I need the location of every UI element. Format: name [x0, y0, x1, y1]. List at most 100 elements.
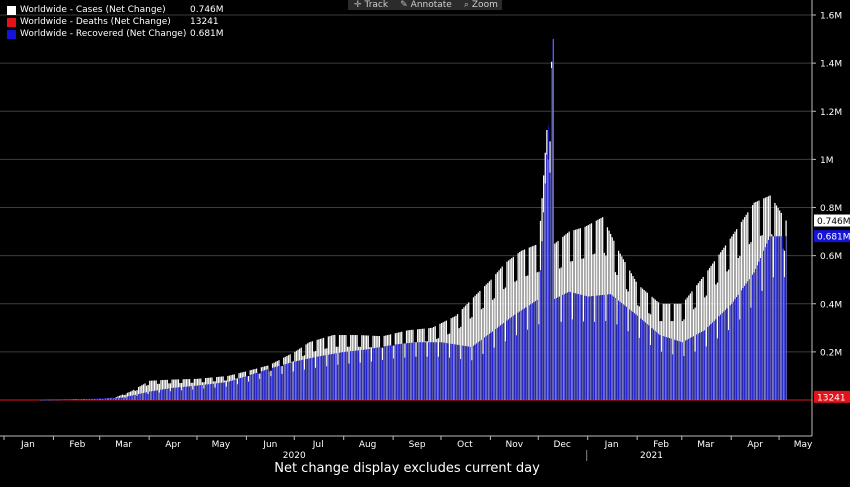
bar-recovered: [145, 392, 147, 400]
bar-recovered: [667, 337, 669, 400]
bar-recovered: [737, 294, 739, 400]
bar-recovered: [669, 338, 670, 400]
bar-recovered: [581, 294, 583, 400]
bar-recovered: [576, 293, 578, 400]
bar-recovered: [139, 393, 141, 400]
bar-recovered: [747, 281, 749, 400]
footer-note: Net change display excludes current day: [274, 461, 540, 476]
bar-recovered: [436, 342, 438, 400]
bar-recovered: [458, 345, 460, 400]
bar-recovered: [546, 154, 548, 400]
bar-recovered: [244, 376, 246, 400]
bar-recovered: [696, 334, 698, 400]
legend-label-deaths: Worldwide - Deaths (Net Change): [20, 17, 171, 27]
bar-recovered: [697, 333, 699, 400]
bar-recovered: [393, 358, 395, 400]
bar-recovered: [243, 376, 245, 400]
bar-recovered: [182, 386, 184, 400]
bar-recovered: [235, 379, 237, 400]
bar-recovered: [343, 351, 345, 400]
bar-recovered: [75, 399, 77, 401]
bar-recovered: [606, 294, 608, 400]
bar-recovered: [429, 342, 431, 400]
annotate-tool[interactable]: ✎ Annotate: [400, 0, 452, 10]
bar-recovered: [531, 303, 533, 400]
bar-recovered: [283, 364, 285, 400]
bar-recovered: [42, 399, 44, 401]
bar-recovered: [468, 346, 470, 400]
zoom-tool[interactable]: ⌕ Zoom: [464, 0, 498, 10]
bar-recovered: [117, 397, 119, 400]
bar-recovered: [94, 398, 96, 400]
bar-recovered: [340, 352, 342, 400]
bar-recovered: [565, 293, 567, 400]
bar-recovered: [270, 376, 272, 400]
bar-recovered: [174, 387, 176, 400]
bar-recovered: [759, 258, 761, 400]
bar-recovered: [541, 241, 543, 400]
bar-recovered: [748, 279, 750, 400]
legend-label-cases: Worldwide - Cases (Net Change): [20, 5, 166, 15]
bar-recovered: [750, 307, 752, 400]
bar-recovered: [99, 398, 101, 400]
x-tick-label: May: [794, 440, 813, 450]
bar-recovered: [278, 366, 280, 400]
bar-recovered: [185, 386, 187, 400]
bar-recovered: [602, 294, 603, 400]
bar-recovered: [450, 343, 452, 400]
bar-recovered: [311, 357, 313, 400]
bar-recovered: [578, 294, 580, 400]
bar-recovered: [525, 307, 527, 400]
legend-item-recovered[interactable]: Worldwide - Recovered (Net Change) 0.681…: [7, 28, 224, 40]
bar-recovered: [48, 399, 50, 401]
bar-recovered: [780, 236, 782, 400]
bar-recovered: [613, 296, 615, 400]
bar-recovered: [295, 361, 297, 400]
bar-recovered: [498, 326, 500, 400]
bar-recovered: [680, 341, 682, 400]
bar-recovered: [582, 321, 584, 400]
bar-recovered: [614, 297, 616, 400]
bar-recovered: [641, 319, 643, 400]
bar-recovered: [732, 301, 734, 400]
bar-recovered: [102, 398, 104, 400]
bar-recovered: [206, 384, 208, 400]
bar-recovered: [496, 327, 498, 400]
bar-recovered: [72, 399, 74, 401]
bar-recovered: [56, 399, 58, 401]
bar-recovered: [101, 398, 103, 400]
bar-recovered: [554, 298, 556, 400]
bar-recovered: [149, 391, 151, 400]
bar-recovered: [58, 399, 60, 401]
track-tool[interactable]: ✛ Track: [354, 0, 388, 10]
bar-recovered: [326, 366, 328, 400]
bar-recovered: [177, 387, 179, 400]
bar-recovered: [61, 399, 63, 401]
bar-recovered: [358, 350, 359, 400]
x-tick-label: Mar: [697, 440, 714, 450]
bar-recovered: [78, 399, 80, 400]
bar-recovered: [90, 398, 92, 400]
bar-recovered: [659, 335, 661, 400]
bar-recovered: [649, 345, 651, 400]
bar-recovered: [503, 323, 505, 400]
bar-recovered: [584, 295, 586, 400]
bar-recovered: [51, 399, 53, 401]
bar-recovered: [444, 342, 446, 400]
annotate-label: Annotate: [410, 0, 452, 10]
bar-recovered: [782, 236, 784, 400]
bar-recovered: [726, 308, 728, 400]
bar-recovered: [428, 342, 430, 400]
bar-recovered: [506, 320, 508, 400]
bar-recovered: [383, 346, 385, 400]
bar-recovered: [586, 296, 588, 400]
bar-recovered: [160, 389, 162, 400]
bar-recovered: [412, 342, 414, 400]
legend-item-cases[interactable]: Worldwide - Cases (Net Change) 0.746M: [7, 4, 224, 16]
bar-recovered: [219, 382, 221, 400]
legend-swatch-cases: [7, 5, 16, 15]
legend-item-deaths[interactable]: Worldwide - Deaths (Net Change) 13241: [7, 16, 224, 28]
x-year-label: 2021: [640, 451, 663, 461]
bar-recovered: [501, 324, 503, 400]
bar-recovered: [439, 342, 441, 400]
